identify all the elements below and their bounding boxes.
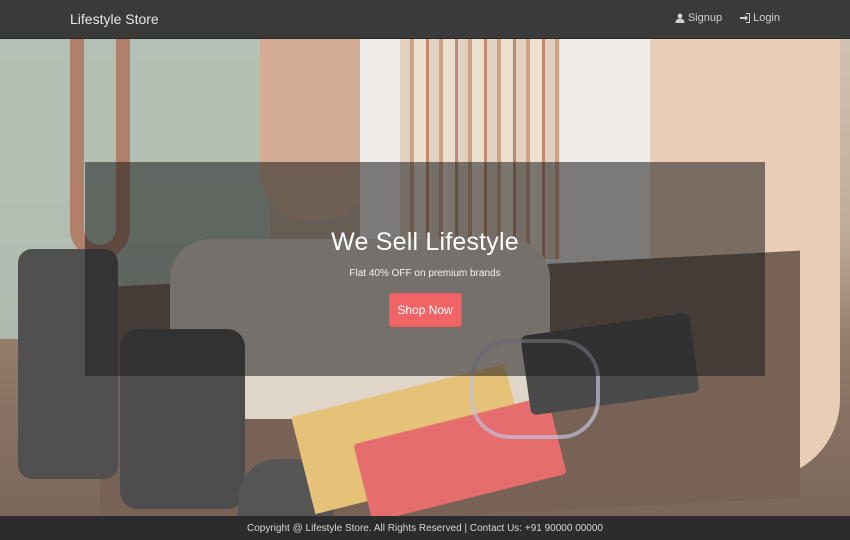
navbar: Lifestyle Store Signup Login bbox=[0, 0, 850, 39]
login-label: Login bbox=[753, 12, 780, 24]
banner-subtitle: Flat 40% OFF on premium brands bbox=[349, 268, 501, 279]
login-link[interactable]: Login bbox=[740, 12, 780, 24]
brand-link[interactable]: Lifestyle Store bbox=[70, 11, 159, 27]
footer: Copyright @ Lifestyle Store. All Rights … bbox=[0, 516, 850, 540]
user-icon bbox=[675, 13, 685, 23]
banner: We Sell Lifestyle Flat 40% OFF on premiu… bbox=[85, 162, 765, 376]
nav-links: Signup Login bbox=[675, 12, 780, 24]
signup-link[interactable]: Signup bbox=[675, 12, 722, 24]
signup-label: Signup bbox=[687, 12, 723, 24]
shop-now-button[interactable]: Shop Now bbox=[388, 293, 462, 327]
footer-text: Copyright @ Lifestyle Store. All Rights … bbox=[247, 522, 603, 534]
banner-title: We Sell Lifestyle bbox=[331, 228, 519, 256]
login-icon bbox=[740, 13, 751, 23]
